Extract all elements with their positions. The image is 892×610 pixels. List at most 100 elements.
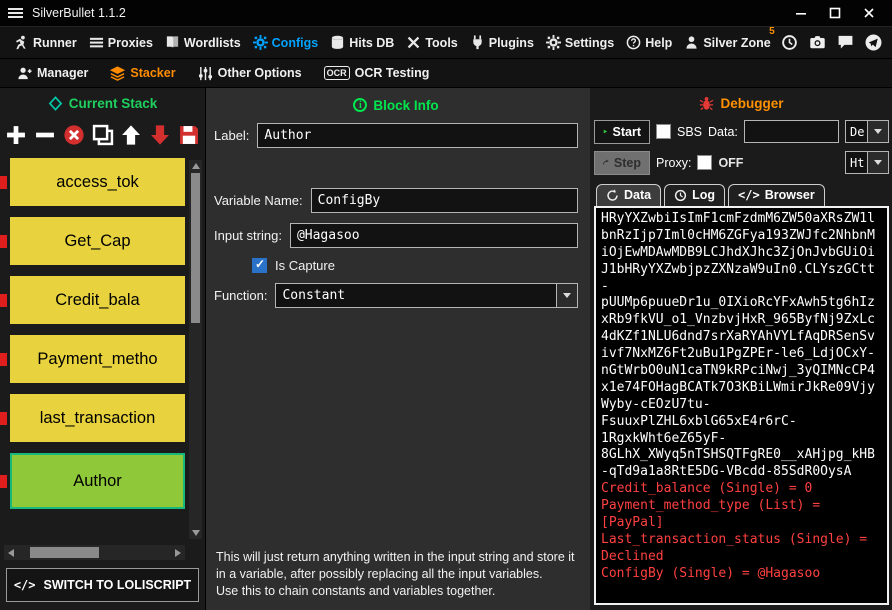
maximize-icon — [829, 7, 841, 19]
menu-hits-db[interactable]: Hits DB — [324, 27, 400, 58]
move-down-button[interactable] — [146, 121, 174, 149]
stack-row: Get_Cap — [0, 217, 185, 265]
chat-button[interactable] — [835, 32, 856, 53]
menu-wordlists[interactable]: Wordlists — [159, 27, 247, 58]
save-stack-button[interactable] — [175, 121, 203, 149]
proxies-icon — [89, 35, 104, 50]
database-icon — [330, 35, 345, 50]
menu-tools[interactable]: Tools — [400, 27, 463, 58]
data-input[interactable] — [744, 120, 839, 143]
stack-block-payment-method[interactable]: Payment_metho — [10, 335, 185, 383]
is-capture-checkbox[interactable] — [252, 258, 267, 273]
stack-block-list: access_tok Get_Cap Credit_bala Payment_m… — [0, 152, 205, 543]
scroll-down-icon[interactable] — [192, 530, 200, 536]
submenu-manager[interactable]: Manager — [10, 66, 95, 81]
sbs-label: SBS — [677, 125, 702, 139]
plug-icon — [470, 35, 485, 50]
block-info-panel: i Block Info Label: Variable Name: Input… — [206, 88, 590, 610]
app-menu-icon[interactable] — [8, 8, 23, 18]
clear-stack-button[interactable] — [60, 121, 88, 149]
screenshot-button[interactable] — [807, 32, 828, 53]
tab-log[interactable]: Log — [664, 184, 725, 206]
block-color-marker — [0, 412, 7, 425]
debugger-controls-row-2: Step Proxy: OFF Ht — [594, 149, 889, 176]
scroll-left-icon[interactable] — [8, 549, 14, 557]
current-stack-panel: Current Stack access_tok Get_Cap — [0, 88, 206, 610]
history-button[interactable] — [779, 32, 800, 53]
stack-block-author-selected[interactable]: Author — [10, 453, 185, 509]
sbs-checkbox[interactable] — [656, 124, 671, 139]
log-history-icon — [674, 189, 687, 202]
runner-icon — [14, 35, 29, 50]
add-block-button[interactable] — [2, 121, 30, 149]
chevron-down-icon[interactable] — [867, 121, 888, 142]
vertical-scroll-thumb[interactable] — [191, 173, 200, 323]
tab-data[interactable]: Data — [596, 184, 661, 206]
configs-submenubar: Manager Stacker Other Options OCR OCR Te… — [0, 58, 892, 88]
plus-icon — [5, 124, 27, 146]
variable-name-input[interactable] — [311, 188, 578, 213]
menu-settings[interactable]: Settings — [540, 27, 620, 58]
block-color-marker — [0, 176, 7, 189]
close-icon — [863, 7, 875, 19]
help-icon — [626, 35, 641, 50]
maximize-button[interactable] — [820, 2, 850, 24]
stack-block-last-transaction[interactable]: last_transaction — [10, 394, 185, 442]
configs-gear-icon — [253, 35, 268, 50]
bug-icon — [699, 96, 714, 111]
is-capture-label: Is Capture — [275, 258, 335, 273]
menu-runner[interactable]: Runner — [8, 27, 83, 58]
minimize-button[interactable] — [786, 2, 816, 24]
menu-proxies[interactable]: Proxies — [83, 27, 159, 58]
menu-configs[interactable]: Configs — [247, 27, 325, 58]
chevron-down-icon[interactable] — [556, 284, 577, 307]
stack-block-access-token[interactable]: access_tok — [10, 158, 185, 206]
browser-code-icon: </> — [738, 188, 760, 202]
menu-plugins[interactable]: Plugins — [464, 27, 540, 58]
proxy-checkbox[interactable] — [697, 155, 712, 170]
stack-block-get-cap[interactable]: Get_Cap — [10, 217, 185, 265]
telegram-button[interactable] — [863, 32, 884, 53]
window-controls — [786, 2, 884, 24]
ocr-icon: OCR — [324, 66, 350, 80]
remove-block-button[interactable] — [31, 121, 59, 149]
stack-horizontal-scrollbar[interactable] — [4, 545, 185, 560]
data-label: Data: — [708, 125, 738, 139]
stack-vertical-scrollbar[interactable] — [189, 160, 202, 539]
data-type-select[interactable]: De — [845, 120, 889, 143]
step-button[interactable]: Step — [594, 151, 650, 175]
horizontal-scroll-thumb[interactable] — [30, 547, 99, 558]
copy-icon — [92, 124, 114, 146]
refresh-icon — [606, 189, 619, 202]
menu-help[interactable]: Help — [620, 27, 678, 58]
label-input[interactable] — [257, 123, 578, 148]
start-button[interactable]: Start — [594, 120, 650, 144]
stack-block-credit-balance[interactable]: Credit_bala — [10, 276, 185, 324]
main-area: Current Stack access_tok Get_Cap — [0, 88, 892, 610]
scroll-up-icon[interactable] — [192, 163, 200, 169]
minus-icon — [34, 124, 56, 146]
gem-diamond-icon — [48, 96, 63, 111]
scroll-right-icon[interactable] — [175, 549, 181, 557]
capture-line: Payment_method_type (List) = [PayPal] — [601, 498, 882, 532]
input-string-input[interactable] — [290, 223, 578, 248]
function-select[interactable]: Constant — [275, 283, 578, 308]
stack-row: Credit_bala — [0, 276, 185, 324]
switch-to-loliscript-button[interactable]: </> SWITCH TO LOLISCRIPT — [6, 568, 199, 602]
person-pin-icon — [684, 35, 699, 50]
proxy-type-select[interactable]: Ht — [845, 151, 889, 174]
submenu-other-options[interactable]: Other Options — [191, 66, 309, 81]
stack-row: Author — [0, 453, 185, 509]
submenu-ocr-testing[interactable]: OCR OCR Testing — [317, 66, 437, 80]
submenu-stacker[interactable]: Stacker — [103, 66, 182, 81]
debugger-tabs: Data Log </> Browser — [596, 184, 889, 206]
close-button[interactable] — [854, 2, 884, 24]
debugger-output[interactable]: HRyYXZwbiIsImF1cmFzdmM6ZW50aXRsZW1lbnRzI… — [594, 206, 889, 605]
move-up-button[interactable] — [117, 121, 145, 149]
menu-silver-zone[interactable]: Silver Zone 5 — [678, 27, 776, 58]
tab-browser[interactable]: </> Browser — [728, 184, 825, 206]
sliders-icon — [198, 66, 213, 81]
chevron-down-icon[interactable] — [867, 152, 888, 173]
block-color-marker — [0, 475, 7, 488]
clone-block-button[interactable] — [89, 121, 117, 149]
